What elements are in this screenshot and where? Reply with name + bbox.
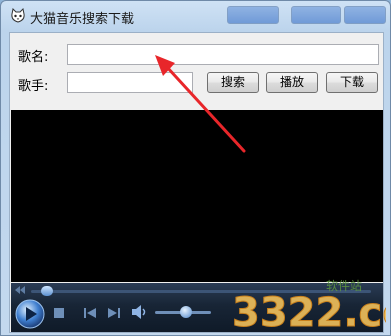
annotation-arrow [155,55,246,153]
arrow-shaft [164,64,246,153]
